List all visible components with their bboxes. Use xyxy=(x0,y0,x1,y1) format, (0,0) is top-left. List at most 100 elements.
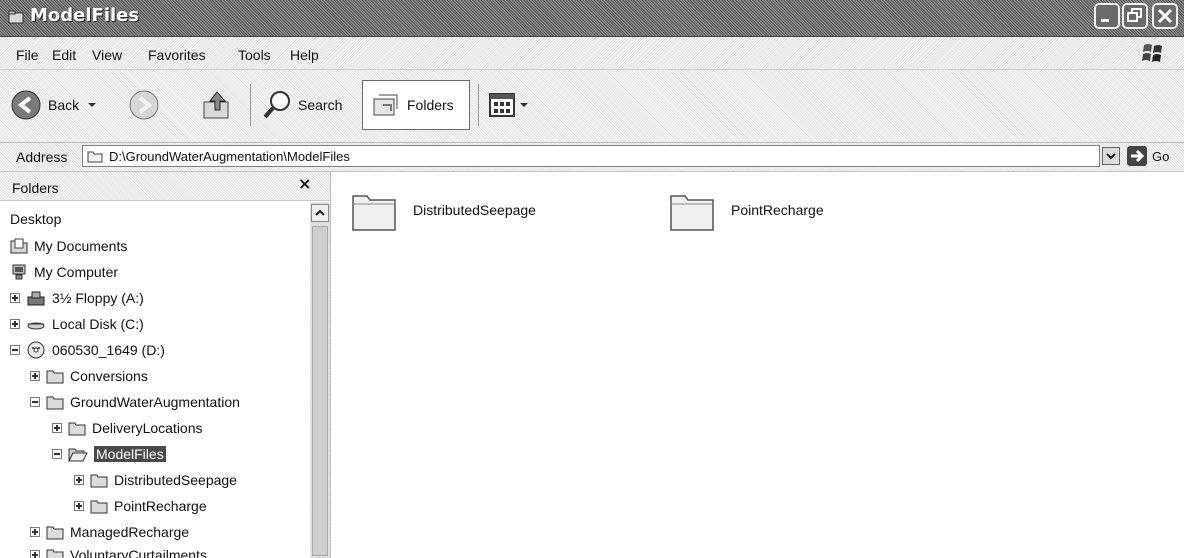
collapse-icon[interactable] xyxy=(30,397,40,407)
tree-item-model-files[interactable]: ModelFiles xyxy=(52,443,166,465)
tree-item-label: Local Disk (C:) xyxy=(52,316,144,332)
folder-item-distributed-seepage[interactable]: DistributedSeepage xyxy=(349,186,536,234)
tree-item-label: My Computer xyxy=(34,264,119,280)
folders-pane-title: Folders xyxy=(12,180,59,196)
tree-item-label: Desktop xyxy=(10,211,62,227)
folder-icon xyxy=(90,474,108,488)
folder-icon xyxy=(87,151,103,163)
menu-help[interactable]: Help xyxy=(290,47,319,63)
window-title: ModelFiles xyxy=(30,5,140,26)
explorer-window: ModelFiles File Edit View Favorites Tool… xyxy=(0,0,1184,558)
address-bar: Address D:\GroundWaterAugmentation\Model… xyxy=(0,143,1184,172)
tree-item-label: GroundWaterAugmentation xyxy=(70,394,240,410)
search-button[interactable]: Search xyxy=(262,80,342,130)
back-button[interactable]: Back xyxy=(10,80,99,130)
folder-icon xyxy=(46,549,64,558)
tree-item-conversions[interactable]: Conversions xyxy=(30,365,148,387)
floppy-drive-icon xyxy=(27,291,45,306)
close-button[interactable] xyxy=(1152,3,1178,29)
folder-icon xyxy=(46,370,64,384)
forward-button[interactable] xyxy=(128,80,160,130)
menu-file[interactable]: File xyxy=(16,47,39,63)
folders-pane-header: Folders × xyxy=(0,172,330,201)
back-dropdown-icon[interactable] xyxy=(85,98,99,112)
folder-icon xyxy=(68,422,86,436)
toolbar-separator xyxy=(250,84,251,126)
tree-item-local-disk[interactable]: Local Disk (C:) xyxy=(10,313,144,335)
address-value: D:\GroundWaterAugmentation\ModelFiles xyxy=(109,149,350,164)
tree-item-distributed-seepage[interactable]: DistributedSeepage xyxy=(74,469,237,491)
folder-icon xyxy=(90,500,108,514)
views-button[interactable] xyxy=(488,80,530,130)
folder-icon xyxy=(46,526,64,540)
collapse-icon[interactable] xyxy=(52,449,62,459)
folders-label: Folders xyxy=(407,97,454,113)
expand-icon[interactable] xyxy=(10,319,20,329)
title-bar[interactable]: ModelFiles xyxy=(0,0,1184,37)
tree-item-label: ManagedRecharge xyxy=(70,524,190,540)
expand-icon[interactable] xyxy=(10,293,20,303)
windows-flag-logo xyxy=(1142,44,1162,62)
tree-item-groundwater-augmentation[interactable]: GroundWaterAugmentation xyxy=(30,391,240,413)
folder-item-point-recharge[interactable]: PointRecharge xyxy=(667,186,824,234)
toolbar: Back Search Folders xyxy=(0,70,1184,143)
tree-item-voluntary-curtailments[interactable]: VoluntaryCurtailments xyxy=(30,544,207,558)
my-computer-icon xyxy=(12,264,26,280)
address-dropdown-button[interactable] xyxy=(1102,147,1120,165)
tree-item-cd-drive[interactable]: 060530_1649 (D:) xyxy=(10,339,165,361)
search-label: Search xyxy=(298,97,343,113)
go-button[interactable]: Go xyxy=(1126,145,1169,167)
tree-item-label: PointRecharge xyxy=(114,498,207,514)
chevron-down-icon xyxy=(1106,153,1116,160)
address-label: Address xyxy=(16,149,68,165)
menu-edit[interactable]: Edit xyxy=(52,47,76,63)
tree-item-floppy[interactable]: 3½ Floppy (A:) xyxy=(10,287,144,309)
up-folder-icon xyxy=(203,91,229,119)
my-documents-icon xyxy=(10,238,28,254)
maximize-icon xyxy=(1127,8,1142,22)
tree-item-label: DeliveryLocations xyxy=(92,420,203,436)
explorer-window-icon xyxy=(8,10,24,24)
tree-item-label: Conversions xyxy=(70,368,148,384)
menu-favorites[interactable]: Favorites xyxy=(148,47,206,63)
minimize-icon xyxy=(1101,19,1109,22)
tree-item-label: VoluntaryCurtailments xyxy=(70,547,207,558)
folders-icon xyxy=(373,94,398,116)
scroll-up-button[interactable] xyxy=(311,204,329,222)
go-label: Go xyxy=(1152,148,1170,164)
expand-icon[interactable] xyxy=(74,475,84,485)
menu-bar: File Edit View Favorites Tools Help xyxy=(0,37,1184,70)
close-pane-icon[interactable]: × xyxy=(298,174,311,193)
expand-icon[interactable] xyxy=(74,501,84,511)
minimize-button[interactable] xyxy=(1094,3,1120,29)
forward-arrow-icon xyxy=(129,90,159,120)
collapse-icon[interactable] xyxy=(10,345,20,355)
tree-item-my-computer[interactable]: My Computer xyxy=(10,261,118,283)
tree-item-my-documents[interactable]: My Documents xyxy=(10,235,127,257)
tree-item-delivery-locations[interactable]: DeliveryLocations xyxy=(52,417,203,439)
expand-icon[interactable] xyxy=(30,550,40,558)
views-dropdown-icon[interactable] xyxy=(518,99,530,111)
back-arrow-icon xyxy=(11,90,41,120)
up-folder-button[interactable] xyxy=(200,80,234,130)
search-icon xyxy=(263,91,290,119)
large-folder-icon xyxy=(670,195,714,231)
tree-item-managed-recharge[interactable]: ManagedRecharge xyxy=(30,521,189,543)
expand-icon[interactable] xyxy=(52,423,62,433)
menu-tools[interactable]: Tools xyxy=(238,47,271,63)
maximize-button[interactable] xyxy=(1122,3,1148,29)
scroll-thumb[interactable] xyxy=(312,226,328,556)
address-input[interactable]: D:\GroundWaterAugmentation\ModelFiles xyxy=(82,145,1100,167)
folder-tree: Desktop My Documents My Computer 3½ Flop… xyxy=(0,202,310,558)
folders-button[interactable]: Folders xyxy=(362,80,470,130)
menu-view[interactable]: View xyxy=(92,47,122,63)
folder-item-label: PointRecharge xyxy=(731,202,824,218)
expand-icon[interactable] xyxy=(30,371,40,381)
tree-item-desktop[interactable]: Desktop xyxy=(10,208,61,230)
vertical-scrollbar[interactable] xyxy=(310,202,330,558)
large-folder-icon xyxy=(352,195,396,231)
tree-item-point-recharge[interactable]: PointRecharge xyxy=(74,495,207,517)
expand-icon[interactable] xyxy=(30,527,40,537)
back-label: Back xyxy=(48,97,80,113)
hard-disk-icon xyxy=(27,322,45,330)
